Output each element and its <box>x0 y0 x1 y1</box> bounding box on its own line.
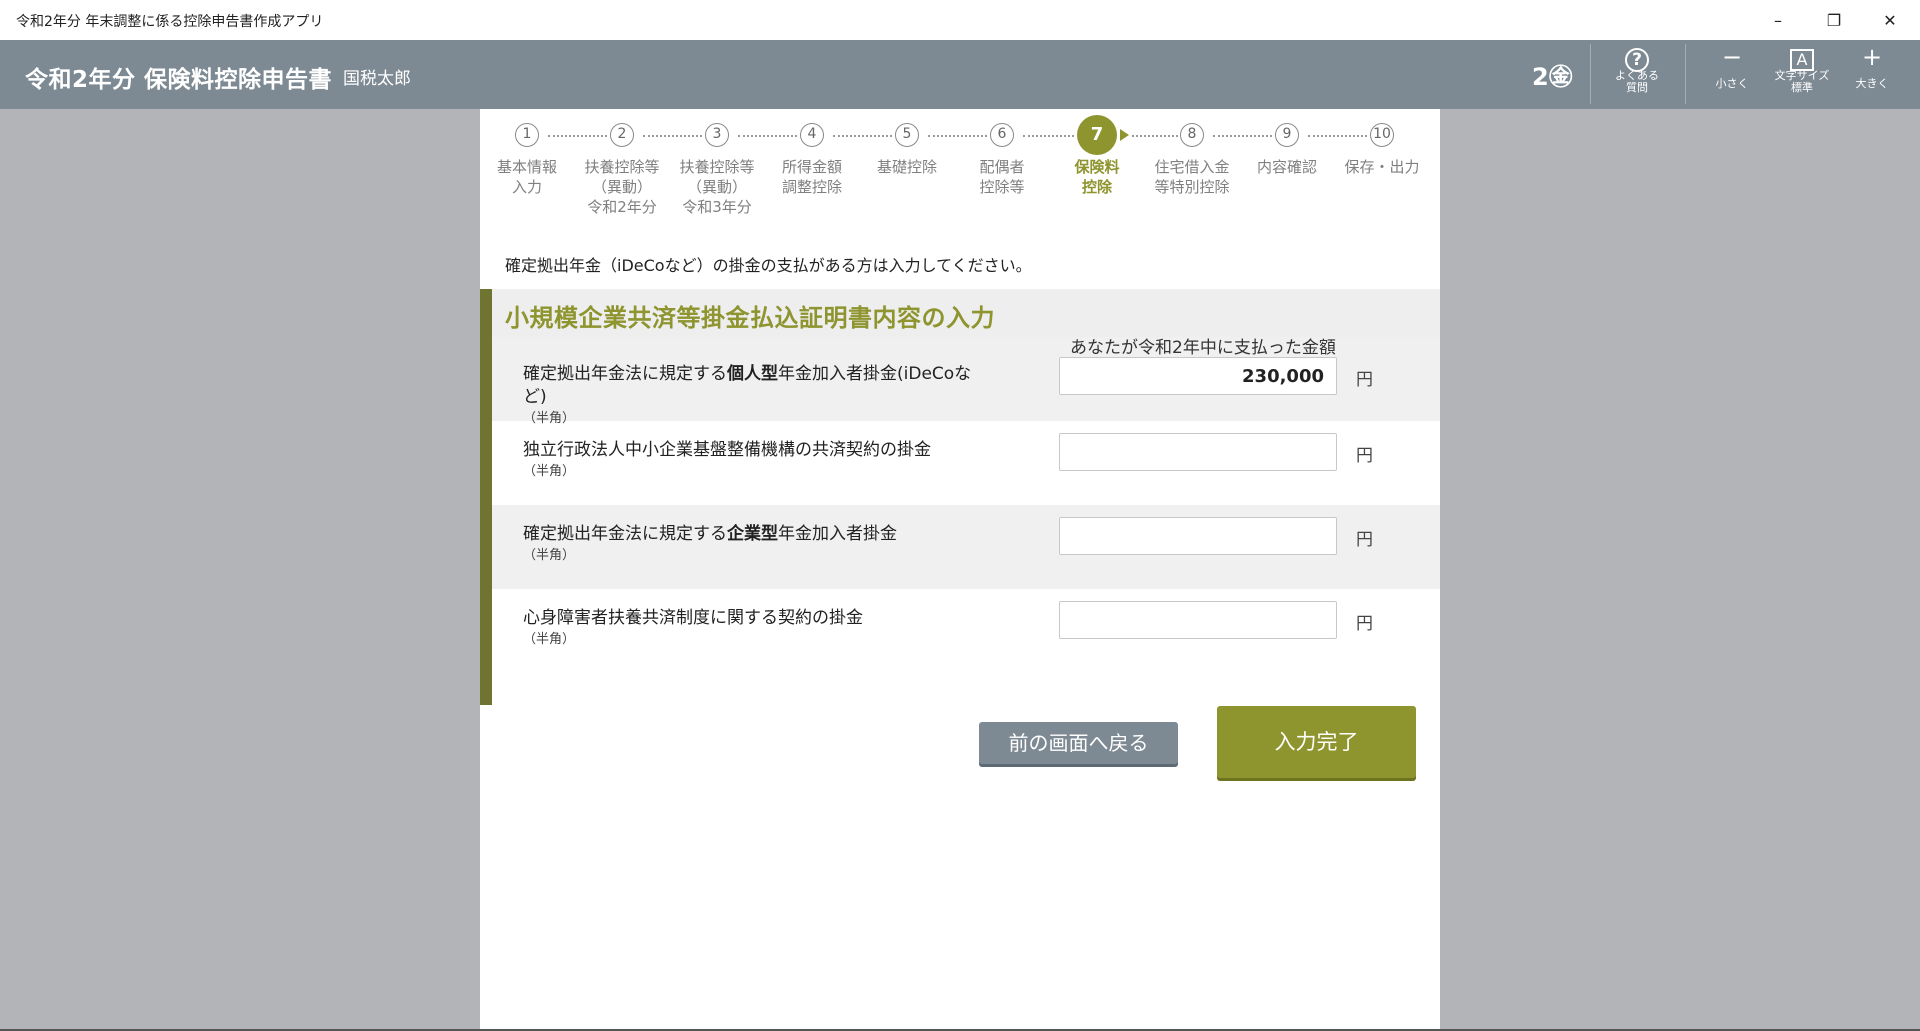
step-number: 5 <box>895 123 919 147</box>
label-text: 年金加入者掛金 <box>778 524 897 544</box>
step-number: 10 <box>1370 123 1394 147</box>
step-number: 6 <box>990 123 1014 147</box>
halfwidth-note: （半角） <box>523 464 576 479</box>
label-text: 独立行政法人中小企業基盤整備機構の共済契約の掛金 <box>523 440 931 460</box>
step-label: 基礎控除 <box>876 158 937 176</box>
form-row-ideco: あなたが令和2年中に支払った金額 確定拠出年金法に規定する個人型年金加入者掛金(… <box>492 337 1440 426</box>
app-title: 令和2年分 保険料控除申告書 <box>25 67 333 93</box>
step-10[interactable]: 10 保存・出力 <box>1334 123 1430 177</box>
faq-button[interactable]: ? よくある質問 <box>1605 44 1669 104</box>
font-size-icon: A <box>1790 49 1814 71</box>
font-larger-button[interactable]: + 大きく <box>1840 44 1904 104</box>
insurance-mode-badge: 2㊎ <box>1532 63 1573 91</box>
user-name: 国税太郎 <box>343 69 411 89</box>
smrj-mutual-aid-input[interactable] <box>1059 433 1337 471</box>
amount-column-header: あなたが令和2年中に支払った金額 <box>1070 338 1336 358</box>
corporate-dc-input[interactable] <box>1059 517 1337 555</box>
label-text: 心身障害者扶養共済制度に関する契約の掛金 <box>523 608 863 628</box>
step-number: 9 <box>1275 123 1299 147</box>
step-label: 内容確認 <box>1256 158 1317 176</box>
window-titlebar: 令和2年分 年末調整に係る控除申告書作成アプリ – ❐ ✕ <box>0 0 1920 40</box>
faq-label: よくある質問 <box>1615 69 1659 94</box>
step-number: 3 <box>705 123 729 147</box>
label-emphasis: 個人型 <box>727 364 778 384</box>
field-label: 心身障害者扶養共済制度に関する契約の掛金 （半角） <box>523 607 983 650</box>
step-label: 扶養控除等 （異動） 令和3年分 <box>679 158 755 216</box>
field-label: 確定拠出年金法に規定する企業型年金加入者掛金 （半角） <box>523 523 983 566</box>
close-window-button[interactable]: ✕ <box>1862 0 1918 40</box>
yen-unit: 円 <box>1356 446 1373 466</box>
yen-unit: 円 <box>1356 370 1373 390</box>
step-3[interactable]: 3 扶養控除等 （異動） 令和3年分 <box>669 123 765 217</box>
step-2[interactable]: 2 扶養控除等 （異動） 令和2年分 <box>574 123 670 217</box>
form-row-disability-mutual-aid: 心身障害者扶養共済制度に関する契約の掛金 （半角） 円 <box>492 589 1440 705</box>
disability-mutual-aid-input[interactable] <box>1059 601 1337 639</box>
minimize-button[interactable]: – <box>1750 0 1806 40</box>
font-larger-label: 大きく <box>1855 77 1889 90</box>
header-divider <box>1685 44 1686 104</box>
ideco-amount-input[interactable] <box>1059 357 1337 395</box>
step-1[interactable]: 1 基本情報 入力 <box>479 123 575 197</box>
step-label: 配偶者 控除等 <box>979 158 1025 196</box>
step-4[interactable]: 4 所得金額 調整控除 <box>764 123 860 197</box>
step-number: 7 <box>1077 115 1117 155</box>
halfwidth-note: （半角） <box>523 632 576 647</box>
step-6[interactable]: 6 配偶者 控除等 <box>954 123 1050 197</box>
form-row-corporate-dc: 確定拠出年金法に規定する企業型年金加入者掛金 （半角） 円 <box>492 505 1440 589</box>
step-8[interactable]: 8 住宅借入金 等特別控除 <box>1144 123 1240 197</box>
step-label: 扶養控除等 （異動） 令和2年分 <box>584 158 660 216</box>
step-label: 所得金額 調整控除 <box>781 158 842 196</box>
font-smaller-button[interactable]: − 小さく <box>1700 44 1764 104</box>
window-title: 令和2年分 年末調整に係る控除申告書作成アプリ <box>16 14 324 30</box>
deduction-input-section: 小規模企業共済等掛金払込証明書内容の入力 あなたが令和2年中に支払った金額 確定… <box>480 289 1440 705</box>
field-label: 独立行政法人中小企業基盤整備機構の共済契約の掛金 （半角） <box>523 439 983 482</box>
step-label: 保険料 控除 <box>1074 158 1120 196</box>
step-5[interactable]: 5 基礎控除 <box>859 123 955 177</box>
back-button[interactable]: 前の画面へ戻る <box>979 722 1178 764</box>
font-size-reset-button[interactable]: A 文字サイズ標準 <box>1770 44 1834 104</box>
label-text: 確定拠出年金法に規定する <box>523 524 727 544</box>
maximize-button[interactable]: ❐ <box>1806 0 1862 40</box>
font-smaller-label: 小さく <box>1715 77 1749 90</box>
field-label: 確定拠出年金法に規定する個人型年金加入者掛金(iDeCoなど) （半角） <box>523 363 983 429</box>
minus-icon: − <box>1721 43 1743 71</box>
section-title-bar: 小規模企業共済等掛金払込証明書内容の入力 <box>492 289 1440 337</box>
progress-stepper: 1 基本情報 入力 2 扶養控除等 （異動） 令和2年分 3 扶養控除等 （異動… <box>480 109 1440 229</box>
step-7-current[interactable]: 7 保険料 控除 <box>1049 115 1145 197</box>
step-number: 1 <box>515 123 539 147</box>
yen-unit: 円 <box>1356 614 1373 634</box>
step-label: 住宅借入金 等特別控除 <box>1154 158 1230 196</box>
label-text: 確定拠出年金法に規定する <box>523 364 727 384</box>
step-9[interactable]: 9 内容確認 <box>1239 123 1335 177</box>
section-title: 小規模企業共済等掛金払込証明書内容の入力 <box>505 304 995 332</box>
header-divider <box>1590 44 1591 104</box>
step-number: 8 <box>1180 123 1204 147</box>
plus-icon: + <box>1861 43 1883 71</box>
step-label: 基本情報 入力 <box>496 158 557 196</box>
step-number: 2 <box>610 123 634 147</box>
halfwidth-note: （半角） <box>523 548 576 563</box>
step-label: 保存・出力 <box>1344 158 1420 176</box>
yen-unit: 円 <box>1356 530 1373 550</box>
font-size-label: 文字サイズ標準 <box>1774 69 1830 94</box>
step-number: 4 <box>800 123 824 147</box>
main-panel: 1 基本情報 入力 2 扶養控除等 （異動） 令和2年分 3 扶養控除等 （異動… <box>480 109 1440 1031</box>
input-complete-button[interactable]: 入力完了 <box>1217 706 1416 778</box>
instruction-text: 確定拠出年金（iDeCoなど）の掛金の支払がある方は入力してください。 <box>505 256 1032 275</box>
app-header: 令和2年分 保険料控除申告書 国税太郎 2㊎ ? よくある質問 − 小さく A … <box>0 40 1920 109</box>
form-row-smrj-mutual-aid: 独立行政法人中小企業基盤整備機構の共済契約の掛金 （半角） 円 <box>492 421 1440 505</box>
label-emphasis: 企業型 <box>727 524 778 544</box>
